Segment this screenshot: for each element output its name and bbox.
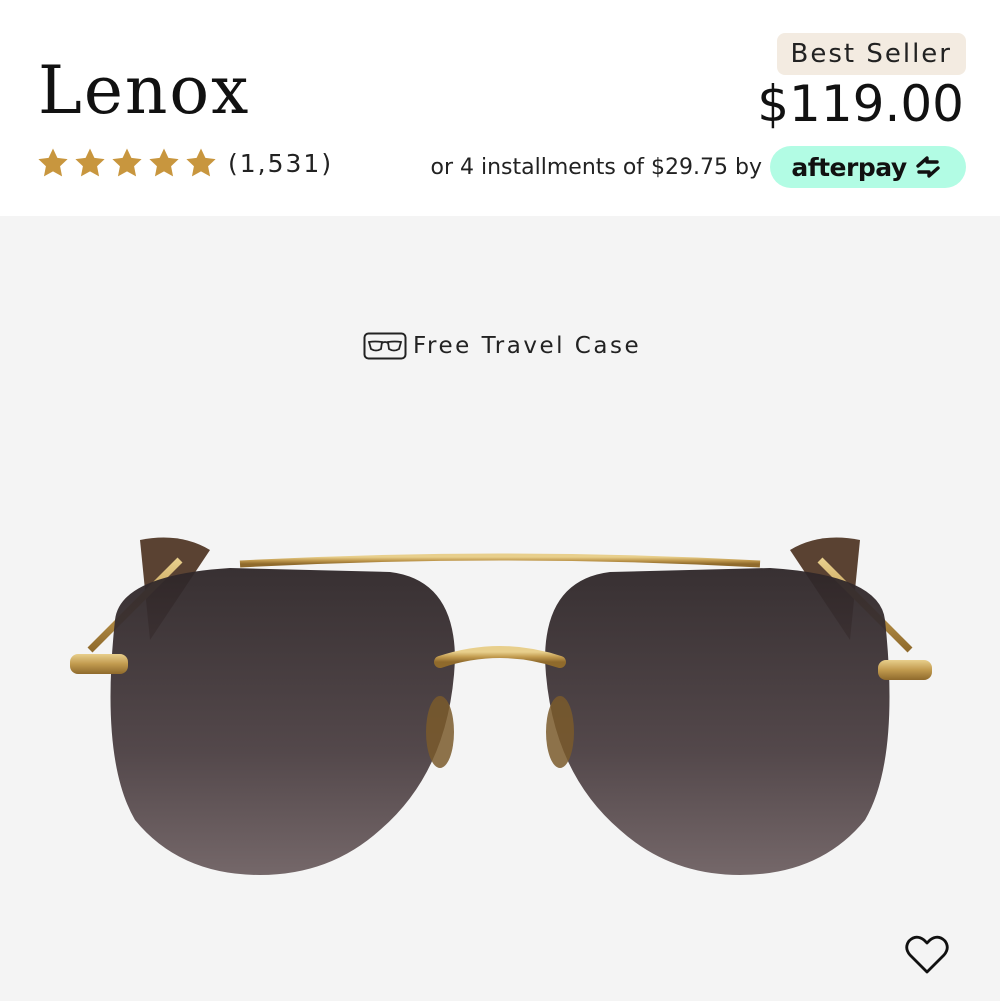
star-icon	[75, 148, 105, 177]
afterpay-label: afterpay	[791, 152, 907, 182]
installments-text: or 4 installments of $29.75 by	[430, 154, 762, 180]
product-image-sunglasses[interactable]	[60, 520, 940, 900]
best-seller-badge: Best Seller	[776, 33, 966, 75]
star-icon	[186, 148, 216, 177]
star-icon	[112, 148, 142, 177]
rating-stars	[36, 146, 218, 180]
heart-icon[interactable]	[904, 934, 950, 976]
product-title: Lenox	[38, 52, 251, 129]
review-count[interactable]: (1,531)	[228, 149, 333, 178]
star-icon	[38, 148, 68, 177]
star-icon	[149, 148, 179, 177]
product-rating[interactable]: (1,531)	[36, 146, 333, 180]
perk-label: Free Travel Case	[413, 333, 642, 359]
afterpay-installments[interactable]: or 4 installments of $29.75 by afterpay	[431, 146, 966, 188]
afterpay-badge[interactable]: afterpay	[770, 146, 966, 188]
product-price: $119.00	[757, 75, 964, 133]
afterpay-logo-icon	[915, 156, 940, 178]
free-travel-case-perk: Free Travel Case	[363, 332, 641, 360]
glasses-case-icon	[363, 332, 407, 360]
product-header: Lenox (1,531) Best Seller $119.00 or 4 i…	[0, 0, 1000, 216]
